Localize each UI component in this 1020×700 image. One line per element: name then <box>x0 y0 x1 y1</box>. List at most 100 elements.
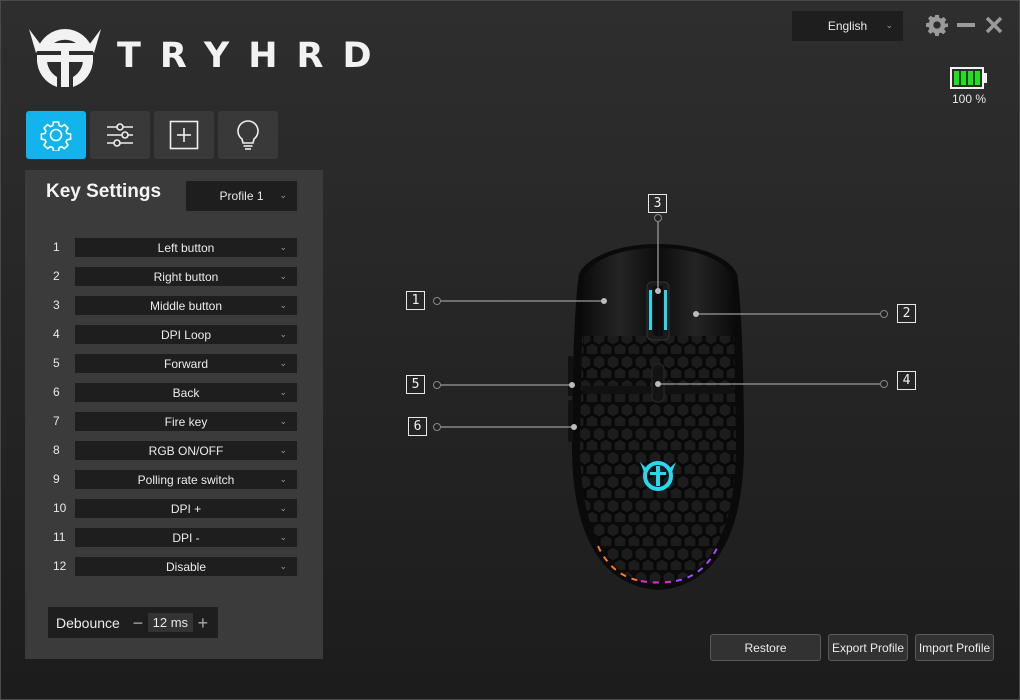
key-number: 3 <box>53 298 60 312</box>
callout-2[interactable]: 2 <box>897 304 916 323</box>
battery-bar <box>968 71 973 85</box>
key-assignment-value: Forward <box>163 356 208 371</box>
key-row: 4 DPI Loop ⌄ <box>25 325 323 344</box>
key-assignment-value: Back <box>172 385 200 400</box>
chevron-down-icon: ⌄ <box>279 358 287 368</box>
key-row: 6 Back ⌄ <box>25 383 323 402</box>
brand-name: TRYHRD <box>117 36 391 76</box>
language-select[interactable]: English ⌄ <box>792 11 903 41</box>
battery-bar <box>975 71 980 85</box>
app-window: TRYHRD English ⌄ 100 % Key Settings Prof… <box>0 0 1020 700</box>
battery-indicator <box>950 67 988 94</box>
chevron-down-icon: ⌄ <box>279 474 287 484</box>
key-number: 5 <box>53 356 60 370</box>
add-box-icon <box>169 120 199 150</box>
callout-4[interactable]: 4 <box>897 371 916 390</box>
key-row: 5 Forward ⌄ <box>25 354 323 373</box>
callout-6[interactable]: 6 <box>408 417 427 436</box>
key-assignment-select[interactable]: Disable ⌄ <box>75 557 297 576</box>
key-number: 8 <box>53 443 60 457</box>
debounce-increase-button[interactable]: + <box>196 614 210 632</box>
callout-1[interactable]: 1 <box>406 291 425 310</box>
language-selected: English <box>827 19 868 33</box>
profile-selected: Profile 1 <box>219 189 264 203</box>
profile-select[interactable]: Profile 1 ⌄ <box>186 181 297 211</box>
key-assignment-value: Fire key <box>164 414 208 429</box>
key-assignment-select[interactable]: Middle button ⌄ <box>75 296 297 315</box>
tryhrd-logo-icon <box>29 29 101 87</box>
key-assignment-select[interactable]: Left button ⌄ <box>75 238 297 257</box>
key-assignment-select[interactable]: DPI Loop ⌄ <box>75 325 297 344</box>
chevron-down-icon: ⌄ <box>279 300 287 310</box>
chevron-down-icon: ⌄ <box>279 329 287 339</box>
mouse-diagram: 1 2 3 4 5 6 <box>396 186 926 606</box>
key-assignment-value: Middle button <box>149 298 223 313</box>
settings-button[interactable] <box>925 13 949 37</box>
key-number: 11 <box>53 530 66 544</box>
key-row: 3 Middle button ⌄ <box>25 296 323 315</box>
debounce-label: Debounce <box>56 614 120 631</box>
chevron-down-icon: ⌄ <box>279 561 287 571</box>
key-row: 10 DPI + ⌄ <box>25 499 323 518</box>
lightbulb-icon <box>237 120 259 150</box>
gear-icon <box>926 14 948 36</box>
key-assignment-value: Polling rate switch <box>137 472 235 487</box>
chevron-down-icon: ⌄ <box>279 445 287 455</box>
debounce-value[interactable]: 12 ms <box>147 613 193 632</box>
key-assignment-value: DPI Loop <box>160 327 212 342</box>
key-assignment-select[interactable]: RGB ON/OFF ⌄ <box>75 441 297 460</box>
export-profile-button[interactable]: Export Profile <box>828 634 908 661</box>
sliders-icon <box>107 123 133 147</box>
chevron-down-icon: ⌄ <box>885 20 893 30</box>
key-assignment-select[interactable]: Fire key ⌄ <box>75 412 297 431</box>
key-row: 11 DPI - ⌄ <box>25 528 323 547</box>
key-row: 1 Left button ⌄ <box>25 238 323 257</box>
mouse-image <box>433 214 888 590</box>
callout-3[interactable]: 3 <box>648 194 667 213</box>
key-row: 8 RGB ON/OFF ⌄ <box>25 441 323 460</box>
key-assignment-select[interactable]: Right button ⌄ <box>75 267 297 286</box>
key-number: 4 <box>53 327 60 341</box>
key-row: 7 Fire key ⌄ <box>25 412 323 431</box>
import-profile-button[interactable]: Import Profile <box>915 634 994 661</box>
key-assignment-value: Left button <box>157 240 215 255</box>
key-assignment-value: Disable <box>165 559 207 574</box>
key-number: 1 <box>53 240 60 254</box>
minimize-button[interactable] <box>954 13 978 37</box>
key-number: 6 <box>53 385 60 399</box>
key-number: 2 <box>53 269 60 283</box>
key-assignment-value: DPI - <box>172 530 200 545</box>
key-assignment-select[interactable]: Back ⌄ <box>75 383 297 402</box>
minimize-icon <box>957 23 975 27</box>
key-settings-panel: Key Settings Profile 1 ⌄ 1 Left button ⌄ 2 R… <box>25 170 323 659</box>
key-number: 10 <box>53 501 67 515</box>
battery-icon <box>950 67 987 89</box>
debounce-control: Debounce − 12 ms + <box>48 607 218 638</box>
key-assignment-select[interactable]: DPI + ⌄ <box>75 499 297 518</box>
chevron-down-icon: ⌄ <box>279 416 287 426</box>
chevron-down-icon: ⌄ <box>279 503 287 513</box>
chevron-down-icon: ⌄ <box>279 532 287 542</box>
tab-performance[interactable] <box>90 111 150 159</box>
restore-button[interactable]: Restore <box>710 634 821 661</box>
chevron-down-icon: ⌄ <box>279 242 287 252</box>
key-number: 9 <box>53 472 60 486</box>
tab-key-settings[interactable] <box>26 111 86 159</box>
key-number: 12 <box>53 559 67 573</box>
chevron-down-icon: ⌄ <box>279 387 287 397</box>
chevron-down-icon: ⌄ <box>279 190 287 200</box>
callout-5[interactable]: 5 <box>406 375 425 394</box>
key-assignment-select[interactable]: Polling rate switch ⌄ <box>75 470 297 489</box>
chevron-down-icon: ⌄ <box>279 271 287 281</box>
key-assignment-select[interactable]: DPI - ⌄ <box>75 528 297 547</box>
debounce-decrease-button[interactable]: − <box>131 614 145 632</box>
close-button[interactable] <box>982 13 1006 37</box>
tab-macro[interactable] <box>154 111 214 159</box>
key-row: 9 Polling rate switch ⌄ <box>25 470 323 489</box>
battery-bar <box>954 71 959 85</box>
tab-lighting[interactable] <box>218 111 278 159</box>
gear-icon <box>40 121 72 151</box>
key-assignment-select[interactable]: Forward ⌄ <box>75 354 297 373</box>
key-assignment-value: DPI + <box>170 501 202 516</box>
key-row: 2 Right button ⌄ <box>25 267 323 286</box>
